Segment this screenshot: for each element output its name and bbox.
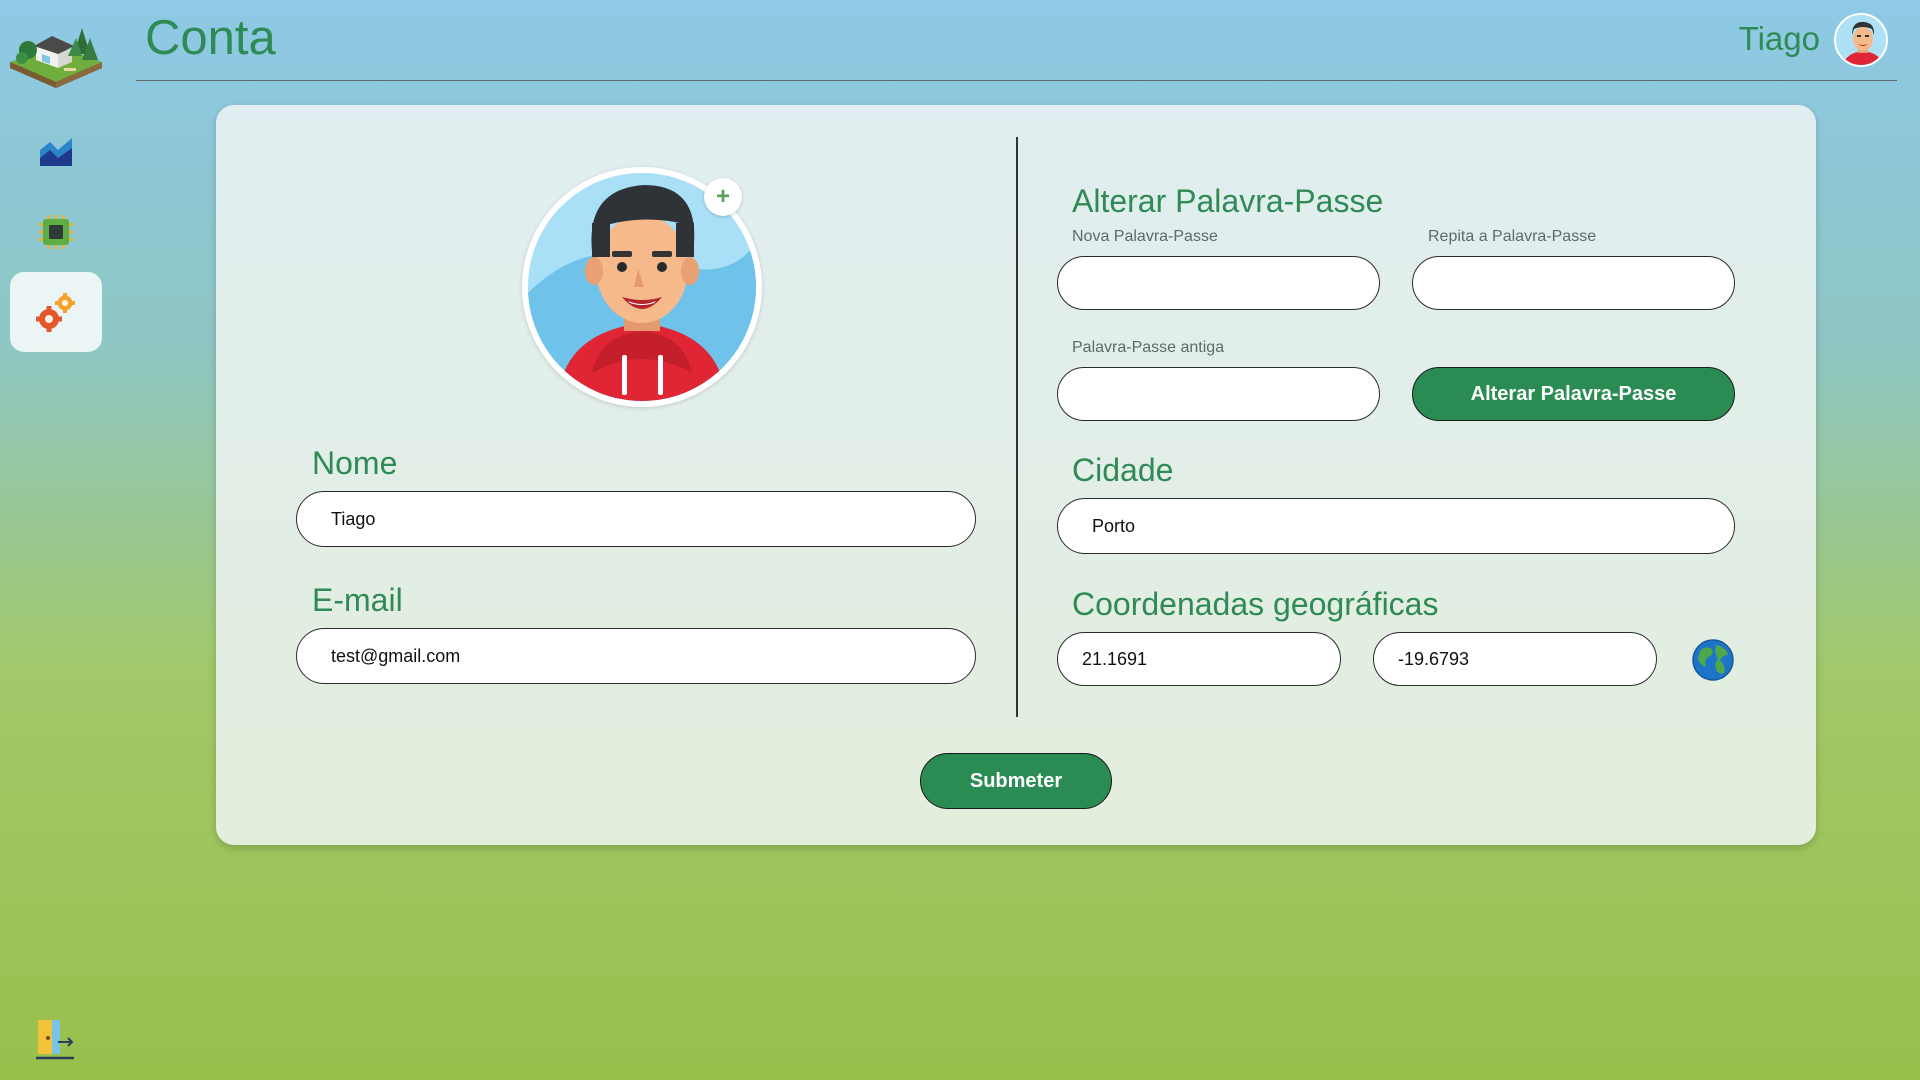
name-label: Nome (312, 445, 398, 481)
chip-icon (39, 215, 73, 249)
add-photo-button[interactable]: + (704, 178, 742, 216)
house-logo-icon[interactable] (8, 16, 104, 94)
page-title: Conta (145, 11, 276, 65)
longitude-input[interactable] (1373, 632, 1657, 686)
repeat-password-input[interactable] (1412, 256, 1735, 310)
avatar[interactable] (1834, 13, 1888, 67)
sidebar-item-devices[interactable] (10, 192, 102, 272)
latitude-input[interactable] (1057, 632, 1341, 686)
coordinates-label: Coordenadas geográficas (1072, 586, 1439, 622)
password-section-title: Alterar Palavra-Passe (1072, 183, 1384, 219)
name-input[interactable] (296, 491, 976, 547)
email-label: E-mail (312, 582, 403, 618)
submit-button[interactable]: Submeter (920, 753, 1112, 809)
city-label: Cidade (1072, 452, 1174, 488)
header-divider (136, 80, 1897, 81)
new-password-input[interactable] (1057, 256, 1380, 310)
new-password-label: Nova Palavra-Passe (1072, 228, 1218, 245)
old-password-input[interactable] (1057, 367, 1380, 421)
logout-door-icon[interactable] (32, 1016, 80, 1064)
sidebar (0, 0, 112, 1080)
globe-icon[interactable] (1692, 639, 1734, 681)
user-name: Tiago (1738, 20, 1820, 57)
city-input[interactable] (1057, 498, 1735, 554)
sidebar-item-dashboard[interactable] (10, 112, 102, 192)
chart-icon (40, 138, 72, 166)
user-avatar-icon (1836, 15, 1886, 65)
repeat-password-label: Repita a Palavra-Passe (1428, 228, 1597, 245)
change-password-button[interactable]: Alterar Palavra-Passe (1412, 367, 1735, 421)
gears-icon (36, 293, 75, 332)
email-input[interactable] (296, 628, 976, 684)
section-divider (1016, 137, 1018, 717)
account-card: + Nome E-mail Alterar Palavra-Passe Nova… (216, 105, 1816, 845)
old-password-label: Palavra-Passe antiga (1072, 339, 1225, 356)
sidebar-item-settings[interactable] (10, 272, 102, 352)
